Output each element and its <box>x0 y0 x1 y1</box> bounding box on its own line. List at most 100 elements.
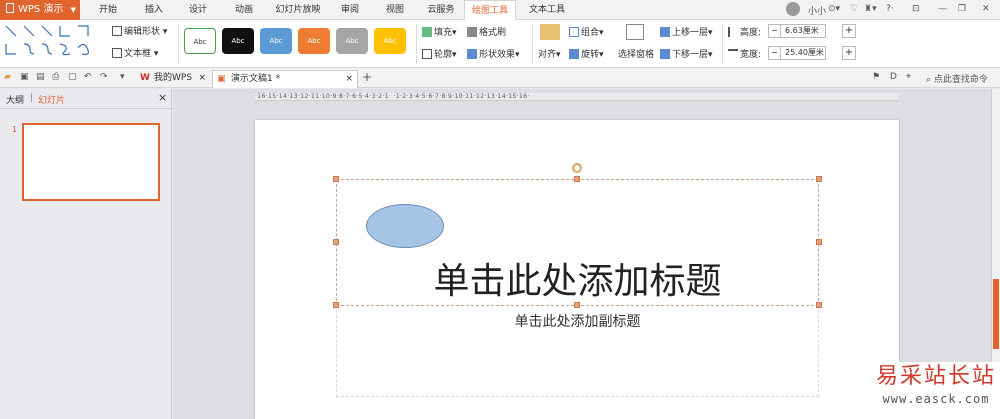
title-text[interactable]: 单击此处添加标题 <box>336 252 819 304</box>
selection-pane-icon[interactable] <box>626 24 644 40</box>
edit-shape-button[interactable]: 编辑形状 ▾ <box>112 24 167 37</box>
watermark: 易采站长站 www.easck.com <box>872 362 1000 419</box>
chevron-down-icon[interactable]: ▾ <box>120 72 125 82</box>
send-backward-button[interactable]: 下移一层▾ <box>660 47 713 60</box>
slide-panel: 大纲 | 幻灯片 × 1 <box>0 89 172 419</box>
tab-insert[interactable]: 插入 <box>136 0 172 20</box>
text-box-button[interactable]: 文本框 ▾ <box>112 46 158 59</box>
watermark-title: 易采站长站 <box>875 364 996 389</box>
avatar[interactable] <box>786 2 800 16</box>
width-decrement[interactable]: − <box>769 47 781 59</box>
divider <box>722 24 723 64</box>
style-preset-gold[interactable]: Abc <box>374 28 406 54</box>
tab-home[interactable]: 开始 <box>90 0 126 20</box>
skin-icon[interactable]: ⊙▾ <box>828 4 840 14</box>
maximize-icon[interactable]: ❐ <box>958 4 966 14</box>
align-button[interactable]: 对齐▾ <box>538 47 561 60</box>
rotate-handle[interactable] <box>572 163 582 173</box>
save-icon[interactable]: ▣ <box>20 72 29 82</box>
height-label: 高度: <box>728 25 761 38</box>
app-button-label: WPS 演示 <box>18 4 64 15</box>
scrollbar-thumb[interactable] <box>993 279 999 349</box>
fill-button[interactable]: 填充▾ <box>422 25 457 38</box>
help-icon[interactable]: ?· <box>886 4 894 14</box>
close-icon[interactable]: ✕ <box>982 4 990 14</box>
height-icon <box>728 27 738 37</box>
cursor-icon[interactable]: ⌖ <box>906 72 911 82</box>
rotate-icon <box>569 49 579 59</box>
tab-cloud[interactable]: 云服务 <box>420 0 462 20</box>
height-increment[interactable]: + <box>842 24 856 38</box>
tab-presentation-1[interactable]: ▣ 演示文稿1 * × <box>212 70 358 88</box>
redo-icon[interactable]: ↷ <box>100 72 108 82</box>
tab-review[interactable]: 审阅 <box>332 0 368 20</box>
outline-button[interactable]: 轮廓▾ <box>422 47 457 60</box>
shape-gallery[interactable] <box>4 24 94 60</box>
resize-handle-s[interactable] <box>574 302 580 308</box>
search-icon: ⌕ <box>926 75 932 85</box>
resize-handle-n[interactable] <box>574 176 580 182</box>
window-controls: 小小 ⊙▾ ♡ ♜▾ ?· ⊡ — ❐ ✕ <box>786 0 1000 20</box>
d-icon[interactable]: D <box>890 72 897 82</box>
close-icon[interactable]: × <box>345 71 353 87</box>
height-decrement[interactable]: − <box>769 25 781 37</box>
rotate-button[interactable]: 旋转▾ <box>569 47 604 60</box>
style-preset-gray[interactable]: Abc <box>336 28 368 54</box>
tab-outline[interactable]: 大纲 <box>6 93 24 106</box>
align-icon[interactable] <box>540 24 560 40</box>
shape-effect-button[interactable]: 形状效果▾ <box>467 47 520 60</box>
chevron-down-icon: ▼ <box>70 6 76 14</box>
undo-icon[interactable]: ↶ <box>84 72 92 82</box>
close-icon[interactable]: × <box>198 70 206 86</box>
resize-handle-se[interactable] <box>816 302 822 308</box>
minimize-icon[interactable]: — <box>938 4 947 14</box>
new-tab-button[interactable]: + <box>362 70 372 84</box>
send-backward-icon <box>660 49 670 59</box>
selection-pane-button[interactable]: 选择窗格 <box>618 47 654 60</box>
style-preset-black[interactable]: Abc <box>222 28 254 54</box>
width-field[interactable]: −25.40厘米 <box>768 46 826 60</box>
subtitle-text[interactable]: 单击此处添加副标题 <box>336 311 819 331</box>
width-increment[interactable]: + <box>842 46 856 60</box>
slide-number: 1 <box>12 125 18 134</box>
print-icon[interactable]: ⎙ <box>52 72 59 82</box>
pin-icon[interactable]: ⚑ <box>872 72 880 82</box>
close-panel-icon[interactable]: × <box>158 91 167 104</box>
format-brush-button[interactable]: 格式刷 <box>467 25 506 38</box>
style-preset-blue[interactable]: Abc <box>260 28 292 54</box>
resize-handle-e[interactable] <box>816 239 822 245</box>
resize-handle-ne[interactable] <box>816 176 822 182</box>
group-button[interactable]: 组合▾ <box>569 25 604 38</box>
username[interactable]: 小小 <box>808 4 826 17</box>
text-box-icon <box>112 48 122 58</box>
style-preset-orange[interactable]: Abc <box>298 28 330 54</box>
watermark-url: www.easck.com <box>882 392 990 406</box>
resize-handle-sw[interactable] <box>333 302 339 308</box>
tab-design[interactable]: 设计 <box>180 0 216 20</box>
share-icon[interactable]: ♡ <box>850 4 858 14</box>
wps-app-button[interactable]: WPS 演示 ▼ <box>0 0 80 20</box>
tab-my-wps[interactable]: W 我的WPS × <box>136 70 208 88</box>
tab-view[interactable]: 视图 <box>377 0 413 20</box>
find-command-button[interactable]: ⌕ 点此查找命令 <box>926 72 988 85</box>
restore-ribbon-icon[interactable]: ⊡ <box>912 4 920 14</box>
fill-bucket-icon <box>422 27 432 37</box>
tab-slideshow[interactable]: 幻灯片放映 <box>270 0 326 20</box>
export-icon[interactable]: ▤ <box>36 72 45 82</box>
tab-slides[interactable]: 幻灯片 <box>38 93 65 106</box>
height-field[interactable]: −6.63厘米 <box>768 24 826 38</box>
outline-icon <box>422 49 432 59</box>
bring-forward-button[interactable]: 上移一层▾ <box>660 25 713 38</box>
slide-thumbnail[interactable] <box>22 123 160 201</box>
print-preview-icon[interactable]: ▢ <box>68 72 77 82</box>
resize-handle-nw[interactable] <box>333 176 339 182</box>
ellipse-shape[interactable] <box>366 204 444 248</box>
shirt-icon[interactable]: ♜▾ <box>864 4 877 14</box>
style-preset-white[interactable]: Abc <box>184 28 216 54</box>
resize-handle-w[interactable] <box>333 239 339 245</box>
open-folder-icon[interactable]: ▰ <box>4 72 11 82</box>
tab-animation[interactable]: 动画 <box>226 0 262 20</box>
divider <box>416 24 417 64</box>
tab-drawing-tools[interactable]: 绘图工具 <box>464 0 516 21</box>
tab-text-tools[interactable]: 文本工具 <box>522 0 572 20</box>
